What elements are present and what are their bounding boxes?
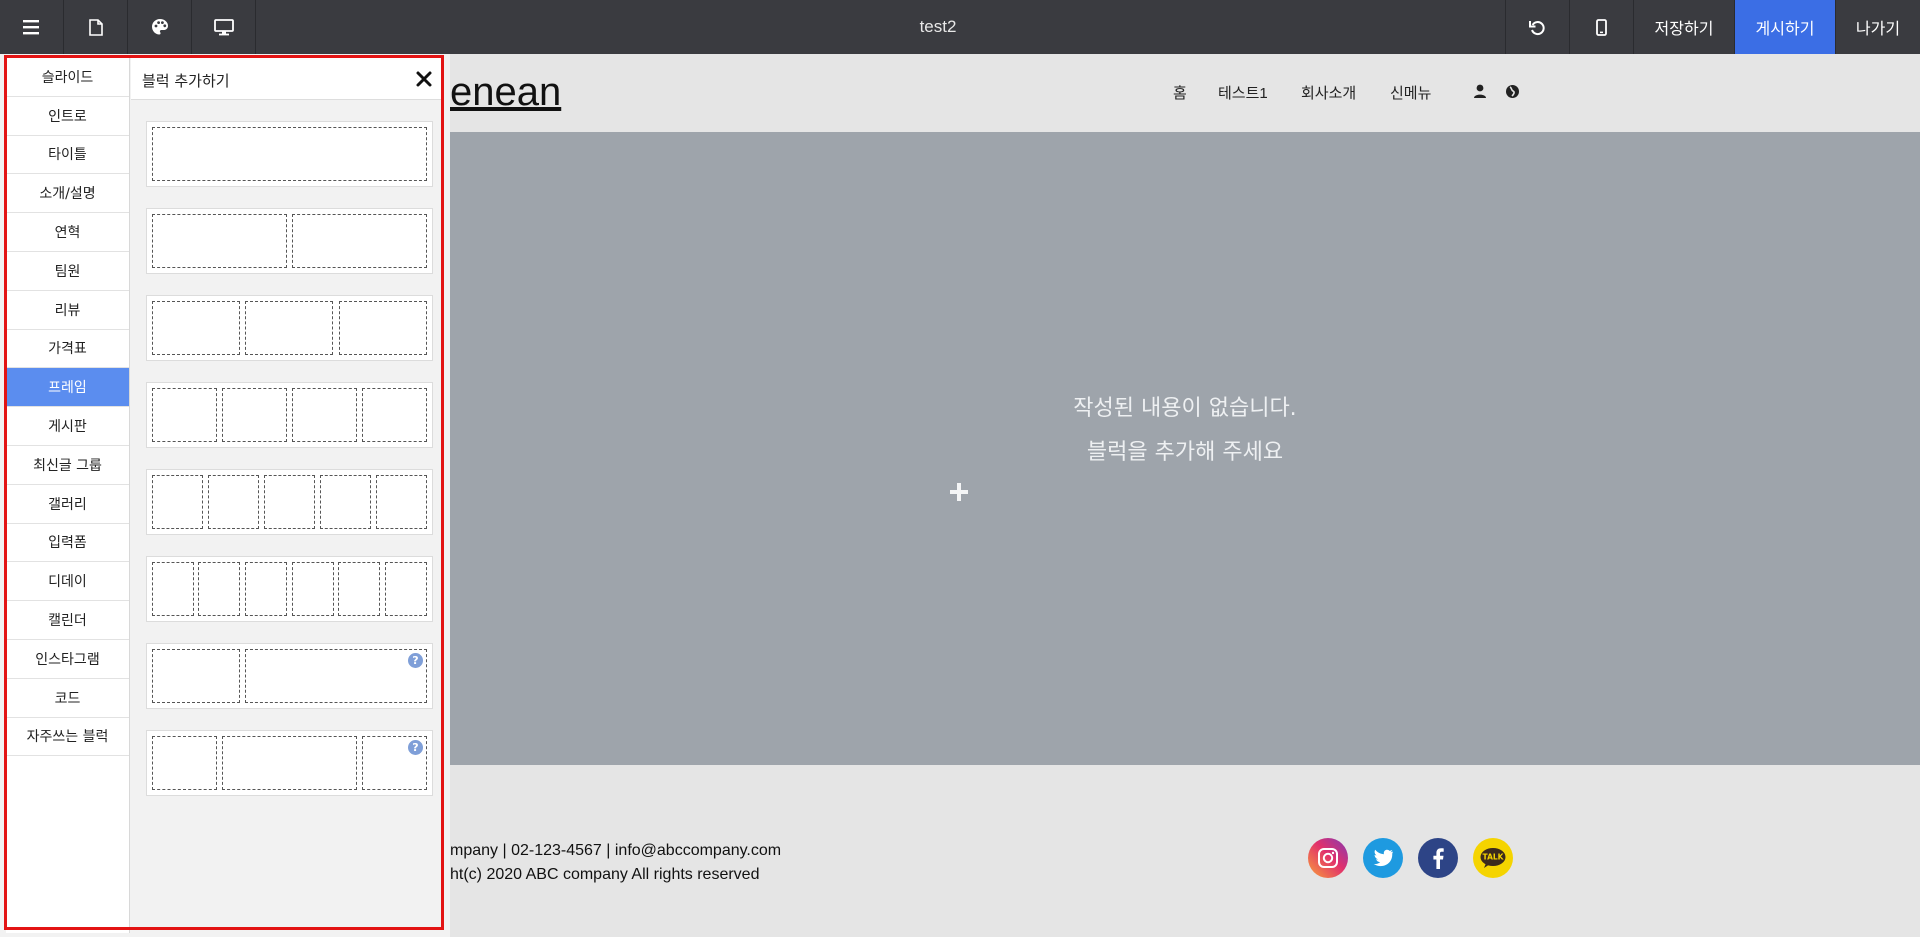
- empty-message: 작성된 내용이 없습니다.: [1073, 396, 1297, 421]
- mobile-view-button[interactable]: [1569, 0, 1633, 54]
- frame-cell: [222, 736, 357, 790]
- add-block-prompt: 블럭을 추가해 주세요: [1086, 440, 1284, 465]
- category-calendar[interactable]: 캘린더: [6, 601, 129, 640]
- facebook-icon: [1433, 848, 1444, 869]
- frame-cell: [338, 562, 380, 616]
- block-editor-panel: 슬라이드 인트로 타이틀 소개/설명 연혁 팀원 리뷰 가격표 프레임 게시판 …: [0, 54, 450, 937]
- globe-icon[interactable]: [1505, 84, 1520, 99]
- frame-cell: [292, 214, 427, 268]
- category-team[interactable]: 팀원: [6, 252, 129, 291]
- exit-button[interactable]: 나가기: [1835, 0, 1920, 54]
- save-button[interactable]: 저장하기: [1633, 0, 1734, 54]
- category-frame[interactable]: 프레임: [6, 368, 129, 408]
- editor-toolbar: test2 저장하기 게시하기 나가기: [0, 0, 1920, 54]
- site-logo[interactable]: enean: [450, 70, 561, 115]
- category-gallery[interactable]: 갤러리: [6, 485, 129, 524]
- block-picker-title: 블럭 추가하기: [142, 72, 230, 90]
- category-board[interactable]: 게시판: [6, 407, 129, 446]
- frame-cell: [245, 562, 287, 616]
- category-recent-posts[interactable]: 최신글 그룹: [6, 446, 129, 485]
- frame-cell: [320, 475, 371, 529]
- category-history[interactable]: 연혁: [6, 213, 129, 252]
- frame-layout-3-columns[interactable]: [146, 295, 433, 361]
- category-title[interactable]: 타이틀: [6, 136, 129, 175]
- frame-layout-4-columns[interactable]: [146, 382, 433, 448]
- frame-cell: [292, 562, 334, 616]
- frame-cell: [152, 127, 427, 181]
- category-favorites[interactable]: 자주쓰는 블럭: [6, 718, 129, 757]
- svg-text:TALK: TALK: [1483, 853, 1505, 862]
- menu-button[interactable]: [0, 0, 64, 54]
- user-icon[interactable]: [1473, 84, 1487, 99]
- page-icon: [88, 18, 103, 36]
- kakaotalk-icon: TALK: [1480, 848, 1506, 868]
- frame-layout-1-column[interactable]: [146, 121, 433, 187]
- instagram-link[interactable]: [1308, 838, 1348, 878]
- undo-icon: [1529, 20, 1545, 35]
- nav-item-new-menu[interactable]: 신메뉴: [1390, 82, 1431, 103]
- frame-cell: [152, 214, 287, 268]
- footer-copyright: ht(c) 2020 ABC company All rights reserv…: [450, 866, 760, 883]
- footer-contact: mpany | 02-123-4567 | info@abccompany.co…: [450, 842, 782, 859]
- desktop-icon: [213, 18, 234, 35]
- nav-item-test1[interactable]: 테스트1: [1218, 82, 1268, 103]
- category-instagram[interactable]: 인스타그램: [6, 640, 129, 679]
- mobile-icon: [1596, 18, 1607, 36]
- category-slide[interactable]: 슬라이드: [6, 58, 129, 97]
- help-icon[interactable]: ?: [408, 740, 423, 755]
- publish-button[interactable]: 게시하기: [1734, 0, 1835, 54]
- category-pricing[interactable]: 가격표: [6, 330, 129, 369]
- category-code[interactable]: 코드: [6, 679, 129, 718]
- nav-item-about[interactable]: 회사소개: [1301, 82, 1356, 103]
- frame-cell: [245, 301, 333, 355]
- category-review[interactable]: 리뷰: [6, 291, 129, 330]
- palette-icon: [151, 19, 168, 35]
- frame-cell: [222, 388, 287, 442]
- frame-cell: [362, 388, 427, 442]
- frame-cell: [245, 649, 427, 703]
- undo-button[interactable]: [1505, 0, 1569, 54]
- close-icon[interactable]: [413, 68, 435, 90]
- nav-item-home[interactable]: 홈: [1173, 82, 1187, 103]
- frame-layout-6-columns[interactable]: [146, 556, 433, 622]
- empty-content-area[interactable]: 작성된 내용이 없습니다. 블럭을 추가해 주세요: [450, 132, 1920, 765]
- frame-layout-5-columns[interactable]: [146, 469, 433, 535]
- frame-cell: [264, 475, 315, 529]
- pages-button[interactable]: [64, 0, 128, 54]
- frame-layout-2-columns[interactable]: [146, 208, 433, 274]
- block-category-list: 슬라이드 인트로 타이틀 소개/설명 연혁 팀원 리뷰 가격표 프레임 게시판 …: [6, 58, 130, 933]
- frame-cell: [152, 562, 194, 616]
- help-icon[interactable]: ?: [408, 653, 423, 668]
- frame-cell: [385, 562, 427, 616]
- category-intro[interactable]: 인트로: [6, 97, 129, 136]
- frame-cell: [152, 736, 217, 790]
- frame-cell: [339, 301, 427, 355]
- frame-cell: [152, 388, 217, 442]
- category-form[interactable]: 입력폼: [6, 524, 129, 563]
- frame-cell: [152, 649, 240, 703]
- plus-icon[interactable]: [949, 482, 969, 502]
- desktop-view-button[interactable]: [192, 0, 256, 54]
- menu-icon: [22, 20, 39, 35]
- category-description[interactable]: 소개/설명: [6, 174, 129, 214]
- frame-cell: [152, 475, 203, 529]
- frame-cell: [292, 388, 357, 442]
- category-dday[interactable]: 디데이: [6, 562, 129, 602]
- frame-cell: [152, 301, 240, 355]
- frame-cell: [198, 562, 240, 616]
- frame-cell: [208, 475, 259, 529]
- design-button[interactable]: [128, 0, 192, 54]
- frame-cell: [376, 475, 427, 529]
- frame-layout-center-wide[interactable]: ?: [146, 730, 433, 796]
- block-picker: 블럭 추가하기 ? ?: [131, 58, 443, 933]
- kakaotalk-link[interactable]: TALK: [1473, 838, 1513, 878]
- twitter-link[interactable]: [1363, 838, 1403, 878]
- twitter-icon: [1373, 849, 1393, 867]
- block-picker-header: 블럭 추가하기: [131, 58, 443, 100]
- frame-layout-sidebar-left[interactable]: ?: [146, 643, 433, 709]
- facebook-link[interactable]: [1418, 838, 1458, 878]
- instagram-icon: [1318, 848, 1338, 868]
